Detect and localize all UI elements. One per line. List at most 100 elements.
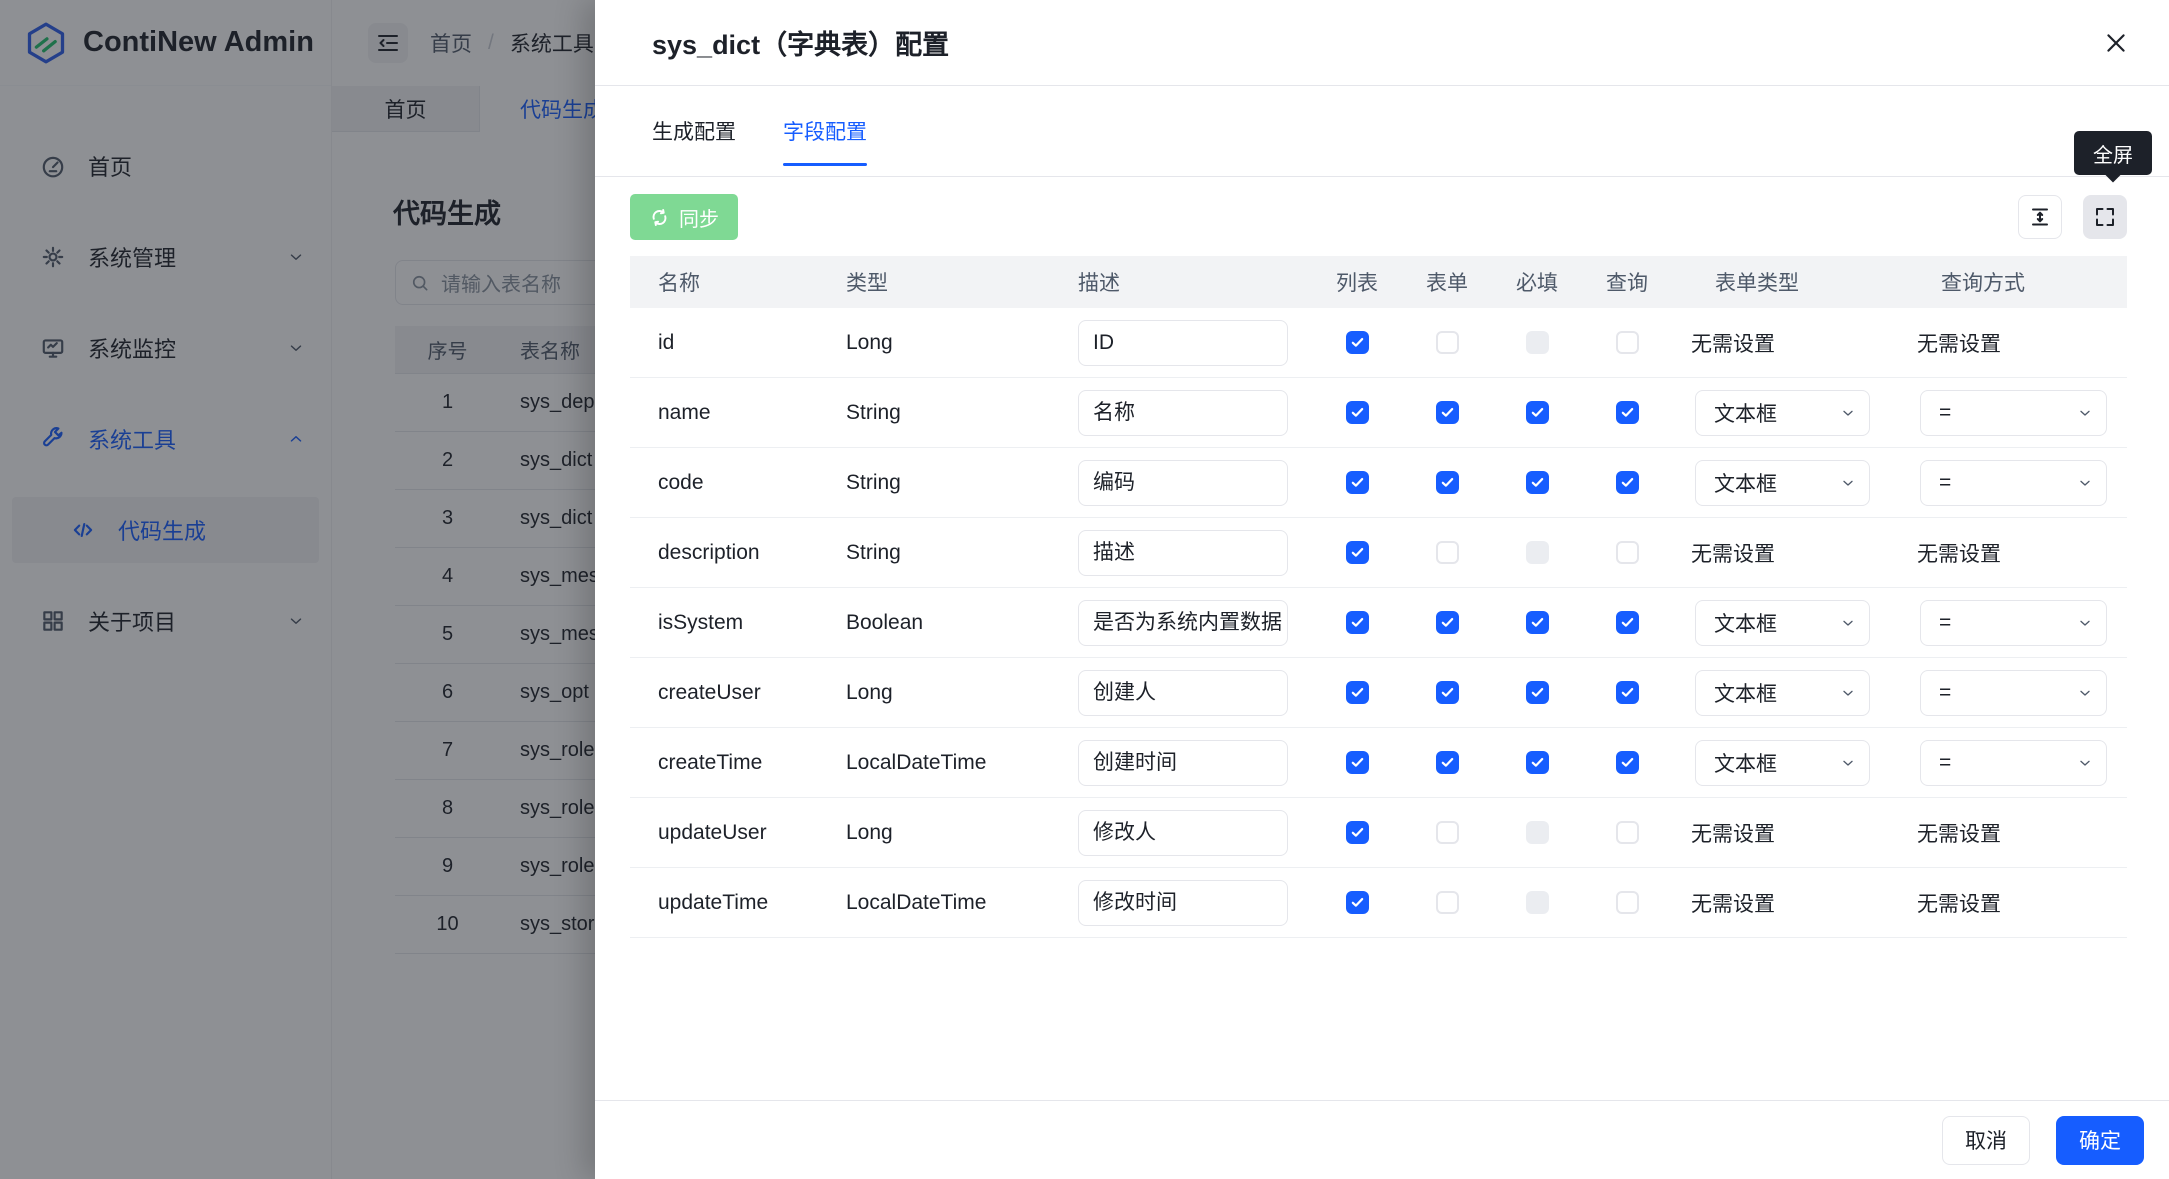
form-checkbox[interactable] xyxy=(1436,541,1459,564)
fullscreen-button[interactable] xyxy=(2083,195,2127,239)
confirm-button[interactable]: 确定 xyxy=(2056,1116,2144,1165)
query-checkbox[interactable] xyxy=(1616,331,1639,354)
select-value: = xyxy=(1939,611,1951,635)
select-value: 文本框 xyxy=(1714,398,1777,428)
query-type-select[interactable]: = xyxy=(1920,670,2107,716)
field-name: code xyxy=(630,471,842,495)
field-type: LocalDateTime xyxy=(842,891,1074,915)
drawer-footer: 取消 确定 xyxy=(595,1100,2169,1179)
description-input[interactable]: ID xyxy=(1078,320,1288,366)
form-checkbox[interactable] xyxy=(1436,401,1459,424)
col-header-name: 名称 xyxy=(630,267,842,297)
chevron-down-icon xyxy=(2077,405,2093,421)
field-row-updateTime: updateTimeLocalDateTime修改时间无需设置无需设置 xyxy=(630,868,2127,938)
tab-generate-config[interactable]: 生成配置 xyxy=(652,86,736,176)
list-checkbox[interactable] xyxy=(1346,821,1369,844)
description-input[interactable]: 创建人 xyxy=(1078,670,1288,716)
select-value: = xyxy=(1939,401,1951,425)
query-checkbox[interactable] xyxy=(1616,611,1639,634)
query-type-select[interactable]: = xyxy=(1920,740,2107,786)
query-checkbox[interactable] xyxy=(1616,681,1639,704)
required-checkbox[interactable] xyxy=(1526,471,1549,494)
field-name: updateUser xyxy=(630,821,842,845)
query-checkbox[interactable] xyxy=(1616,541,1639,564)
form-checkbox[interactable] xyxy=(1436,891,1459,914)
form-checkbox[interactable] xyxy=(1436,331,1459,354)
list-checkbox[interactable] xyxy=(1346,681,1369,704)
form-checkbox[interactable] xyxy=(1436,751,1459,774)
form-type-select[interactable]: 文本框 xyxy=(1695,600,1870,646)
chevron-down-icon xyxy=(2077,475,2093,491)
sync-button[interactable]: 同步 xyxy=(630,194,738,240)
list-checkbox[interactable] xyxy=(1346,401,1369,424)
field-row-id: idLongID无需设置无需设置 xyxy=(630,308,2127,378)
description-input[interactable]: 修改人 xyxy=(1078,810,1288,856)
query-checkbox[interactable] xyxy=(1616,891,1639,914)
line-height-icon xyxy=(2028,205,2052,229)
description-input[interactable]: 名称 xyxy=(1078,390,1288,436)
query-type-none: 无需设置 xyxy=(1902,328,2001,358)
query-type-select[interactable]: = xyxy=(1920,600,2107,646)
form-checkbox[interactable] xyxy=(1436,821,1459,844)
list-checkbox[interactable] xyxy=(1346,331,1369,354)
tab-field-config[interactable]: 字段配置 xyxy=(783,86,867,176)
chevron-down-icon xyxy=(2077,685,2093,701)
field-row-description: descriptionString描述无需设置无需设置 xyxy=(630,518,2127,588)
required-checkbox[interactable] xyxy=(1526,611,1549,634)
field-type: String xyxy=(842,471,1074,495)
select-value: = xyxy=(1939,681,1951,705)
close-button[interactable] xyxy=(2099,26,2133,60)
description-input[interactable]: 创建时间 xyxy=(1078,740,1288,786)
required-checkbox xyxy=(1526,331,1549,354)
field-row-createUser: createUserLong创建人文本框= xyxy=(630,658,2127,728)
form-type-select[interactable]: 文本框 xyxy=(1695,390,1870,436)
form-checkbox[interactable] xyxy=(1436,471,1459,494)
query-checkbox[interactable] xyxy=(1616,471,1639,494)
field-row-isSystem: isSystemBoolean是否为系统内置数据文本框= xyxy=(630,588,2127,658)
list-checkbox[interactable] xyxy=(1346,471,1369,494)
form-checkbox[interactable] xyxy=(1436,611,1459,634)
drawer-title: sys_dict（字典表）配置 xyxy=(652,23,949,62)
list-checkbox[interactable] xyxy=(1346,541,1369,564)
row-height-button[interactable] xyxy=(2018,195,2062,239)
field-type: Long xyxy=(842,821,1074,845)
select-value: 文本框 xyxy=(1714,748,1777,778)
form-type-none: 无需设置 xyxy=(1672,888,1775,918)
required-checkbox xyxy=(1526,891,1549,914)
form-checkbox[interactable] xyxy=(1436,681,1459,704)
field-name: createTime xyxy=(630,751,842,775)
required-checkbox[interactable] xyxy=(1526,401,1549,424)
form-type-select[interactable]: 文本框 xyxy=(1695,740,1870,786)
required-checkbox xyxy=(1526,821,1549,844)
description-input[interactable]: 修改时间 xyxy=(1078,880,1288,926)
col-header-query-type: 查询方式 xyxy=(1902,267,2127,297)
query-checkbox[interactable] xyxy=(1616,821,1639,844)
select-value: 文本框 xyxy=(1714,468,1777,498)
cancel-button[interactable]: 取消 xyxy=(1942,1116,2030,1165)
chevron-down-icon xyxy=(1840,475,1856,491)
col-header-list: 列表 xyxy=(1312,267,1402,297)
app-root: ContiNew Admin 首页系统管理系统监控系统工具代码生成关于项目 首页… xyxy=(0,0,2169,1179)
form-type-select[interactable]: 文本框 xyxy=(1695,670,1870,716)
col-header-type: 类型 xyxy=(842,267,1074,297)
field-type: LocalDateTime xyxy=(842,751,1074,775)
required-checkbox[interactable] xyxy=(1526,751,1549,774)
col-header-query: 查询 xyxy=(1582,267,1672,297)
query-checkbox[interactable] xyxy=(1616,401,1639,424)
field-table-body: idLongID无需设置无需设置nameString名称文本框=codeStri… xyxy=(630,308,2127,938)
query-checkbox[interactable] xyxy=(1616,751,1639,774)
description-input[interactable]: 描述 xyxy=(1078,530,1288,576)
field-config-table: 名称 类型 描述 列表 表单 必填 查询 表单类型 查询方式 idLongID无… xyxy=(630,256,2127,938)
description-input[interactable]: 是否为系统内置数据 xyxy=(1078,600,1288,646)
description-input[interactable]: 编码 xyxy=(1078,460,1288,506)
required-checkbox[interactable] xyxy=(1526,681,1549,704)
query-type-select[interactable]: = xyxy=(1920,390,2107,436)
form-type-select[interactable]: 文本框 xyxy=(1695,460,1870,506)
drawer-header: sys_dict（字典表）配置 xyxy=(595,0,2169,86)
list-checkbox[interactable] xyxy=(1346,891,1369,914)
list-checkbox[interactable] xyxy=(1346,751,1369,774)
close-icon xyxy=(2103,30,2129,56)
query-type-select[interactable]: = xyxy=(1920,460,2107,506)
list-checkbox[interactable] xyxy=(1346,611,1369,634)
chevron-down-icon xyxy=(1840,685,1856,701)
